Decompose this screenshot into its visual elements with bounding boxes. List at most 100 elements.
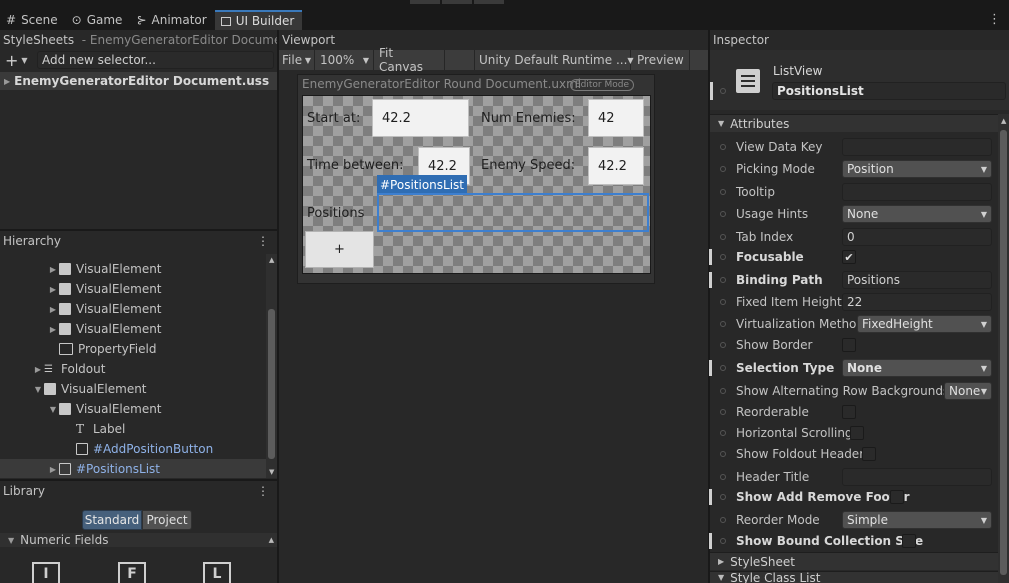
tree-item[interactable]: ▶ VisualElement <box>0 259 262 279</box>
hierarchy-scrollbar[interactable]: ▲ ▼ <box>266 254 277 478</box>
tree-item[interactable]: #AddPositionButton <box>0 439 262 459</box>
tab-standard[interactable]: Standard <box>82 510 142 530</box>
tree-item[interactable]: PropertyField <box>0 339 262 359</box>
zoom-menu[interactable]: 100% ▼ <box>316 50 374 70</box>
chevron-down-icon[interactable]: ▼ <box>21 56 27 65</box>
tree-item[interactable]: T Label <box>0 419 262 439</box>
attribute-text-field[interactable]: Positions <box>842 271 992 289</box>
selector-input[interactable]: Add new selector... <box>37 51 274 69</box>
preview-button[interactable]: Preview <box>632 50 690 70</box>
chevron-right-icon[interactable]: ▶ <box>4 77 10 86</box>
start-label: Start at: <box>307 111 361 126</box>
attribute-row: Reorder Mode Simple ▼ <box>712 510 998 530</box>
uss-file-row[interactable]: ▶ EnemyGeneratorEditor Document.uss <box>0 72 277 90</box>
attribute-label: Tooltip <box>736 185 775 199</box>
scrollbar-thumb[interactable] <box>1000 130 1007 575</box>
integer-field-icon[interactable]: I <box>32 562 60 583</box>
binding-dot <box>720 254 726 260</box>
enemy-speed-field[interactable]: 42.2 <box>588 147 644 185</box>
tab-project[interactable]: Project <box>142 510 192 530</box>
chevron-down-icon[interactable]: ▼ <box>32 385 44 394</box>
attribute-checkbox[interactable]: ✔ <box>842 250 856 264</box>
attribute-row: Binding Path Positions <box>709 270 998 290</box>
binding-dot <box>720 388 726 394</box>
num-enemies-field[interactable]: 42 <box>588 99 644 137</box>
start-field[interactable]: 42.2 <box>372 99 469 137</box>
list-view-icon <box>59 463 71 475</box>
attribute-text-field[interactable]: 22 <box>842 293 992 311</box>
chevron-right-icon[interactable]: ▶ <box>47 305 59 314</box>
hierarchy-header: Hierarchy ⋮ <box>0 231 277 251</box>
tab-ui-builder[interactable]: UI Builder <box>214 10 303 30</box>
hierarchy-menu-icon[interactable]: ⋮ <box>257 234 269 248</box>
float-field-icon[interactable]: F <box>118 562 146 583</box>
attribute-row: Tab Index 0 <box>712 227 998 247</box>
animator-icon: ⊱ <box>136 13 147 27</box>
attributes-section-header[interactable]: ▼ Attributes <box>710 114 998 132</box>
numeric-fields-section[interactable]: ▼ Numeric Fields ▲ <box>0 533 277 547</box>
tree-item[interactable]: ▶ ☰ Foldout <box>0 359 262 379</box>
attribute-row: Show Foldout Header <box>712 444 998 464</box>
chevron-down-icon[interactable]: ▼ <box>718 119 724 128</box>
viewport-toolbar: File ▼ 100% ▼ Fit Canvas Unity Default Run… <box>279 46 708 74</box>
attribute-text-field[interactable] <box>842 138 992 156</box>
attribute-checkbox[interactable] <box>850 426 864 440</box>
positions-list-selection[interactable] <box>377 193 649 232</box>
tab-scene[interactable]: # Scene <box>0 10 66 30</box>
scrollbar-thumb[interactable] <box>268 309 275 459</box>
attribute-checkbox[interactable] <box>842 405 856 419</box>
chevron-right-icon[interactable]: ▶ <box>47 265 59 274</box>
chevron-right-icon[interactable]: ▶ <box>47 285 59 294</box>
add-stylesheet-icon[interactable]: + <box>5 51 18 70</box>
tree-item[interactable]: ▼ VisualElement <box>0 379 262 399</box>
attribute-checkbox[interactable] <box>902 534 916 548</box>
attribute-text-field[interactable] <box>842 183 992 201</box>
tab-animator[interactable]: ⊱ Animator <box>130 10 214 30</box>
attribute-row: Picking Mode Position ▼ <box>712 159 998 179</box>
attribute-row: Focusable ✔ <box>709 247 998 267</box>
add-position-button[interactable]: + <box>305 231 374 268</box>
attribute-checkbox[interactable] <box>862 447 876 461</box>
stylesheet-section-header[interactable]: ▶ StyleSheet <box>710 552 998 570</box>
element-name-input[interactable]: PositionsList <box>772 82 1006 100</box>
attribute-dropdown[interactable]: None ▼ <box>842 359 992 377</box>
attribute-dropdown[interactable]: Position ▼ <box>842 160 992 178</box>
long-field-icon[interactable]: L <box>203 562 231 583</box>
attribute-dropdown[interactable]: None ▼ <box>944 382 992 400</box>
inspector-scrollbar[interactable]: ▲ <box>998 114 1009 583</box>
attribute-checkbox[interactable] <box>890 490 904 504</box>
chevron-right-icon[interactable]: ▶ <box>47 325 59 334</box>
tab-game[interactable]: ⊙ Game <box>66 10 131 30</box>
scroll-up-icon[interactable]: ▲ <box>1001 117 1006 125</box>
theme-dropdown[interactable]: Unity Default Runtime ... ▼ <box>474 50 634 70</box>
chevron-down-icon[interactable]: ▼ <box>718 573 724 582</box>
attribute-text-field[interactable] <box>842 468 992 486</box>
tree-item[interactable]: ▼ VisualElement <box>0 399 262 419</box>
scroll-up-icon[interactable]: ▲ <box>269 536 274 544</box>
fit-canvas-button[interactable]: Fit Canvas <box>375 46 445 74</box>
chevron-right-icon[interactable]: ▶ <box>47 465 59 474</box>
chevron-right-icon[interactable]: ▶ <box>718 557 724 566</box>
override-bar <box>709 489 712 505</box>
tree-item[interactable]: ▶ VisualElement <box>0 299 262 319</box>
tree-item[interactable]: ▶ VisualElement <box>0 319 262 339</box>
library-menu-icon[interactable]: ⋮ <box>257 484 269 498</box>
attribute-dropdown[interactable]: FixedHeight ▼ <box>857 315 992 333</box>
attribute-dropdown[interactable]: None ▼ <box>842 205 992 223</box>
chevron-right-icon[interactable]: ▶ <box>32 365 44 374</box>
tree-item[interactable]: ▶ VisualElement <box>0 279 262 299</box>
tab-menu-icon[interactable]: ⋮ <box>988 12 1001 27</box>
editor-mode-badge[interactable]: Editor Mode <box>570 79 635 91</box>
tree-item-selected[interactable]: ▶ #PositionsList <box>0 459 266 478</box>
selected-element-tag: #PositionsList <box>377 175 468 194</box>
attribute-text-field[interactable]: 0 <box>842 228 992 246</box>
viewport-header: Viewport <box>279 30 708 50</box>
scroll-down-icon[interactable]: ▼ <box>269 468 274 476</box>
attribute-checkbox[interactable] <box>842 338 856 352</box>
file-menu[interactable]: File ▼ <box>279 50 315 70</box>
chevron-down-icon[interactable]: ▼ <box>47 405 59 414</box>
attribute-dropdown[interactable]: Simple ▼ <box>842 511 992 529</box>
chevron-down-icon[interactable]: ▼ <box>8 536 14 545</box>
style-class-section-header[interactable]: ▼ Style Class List <box>710 571 998 583</box>
scroll-up-icon[interactable]: ▲ <box>269 256 274 264</box>
